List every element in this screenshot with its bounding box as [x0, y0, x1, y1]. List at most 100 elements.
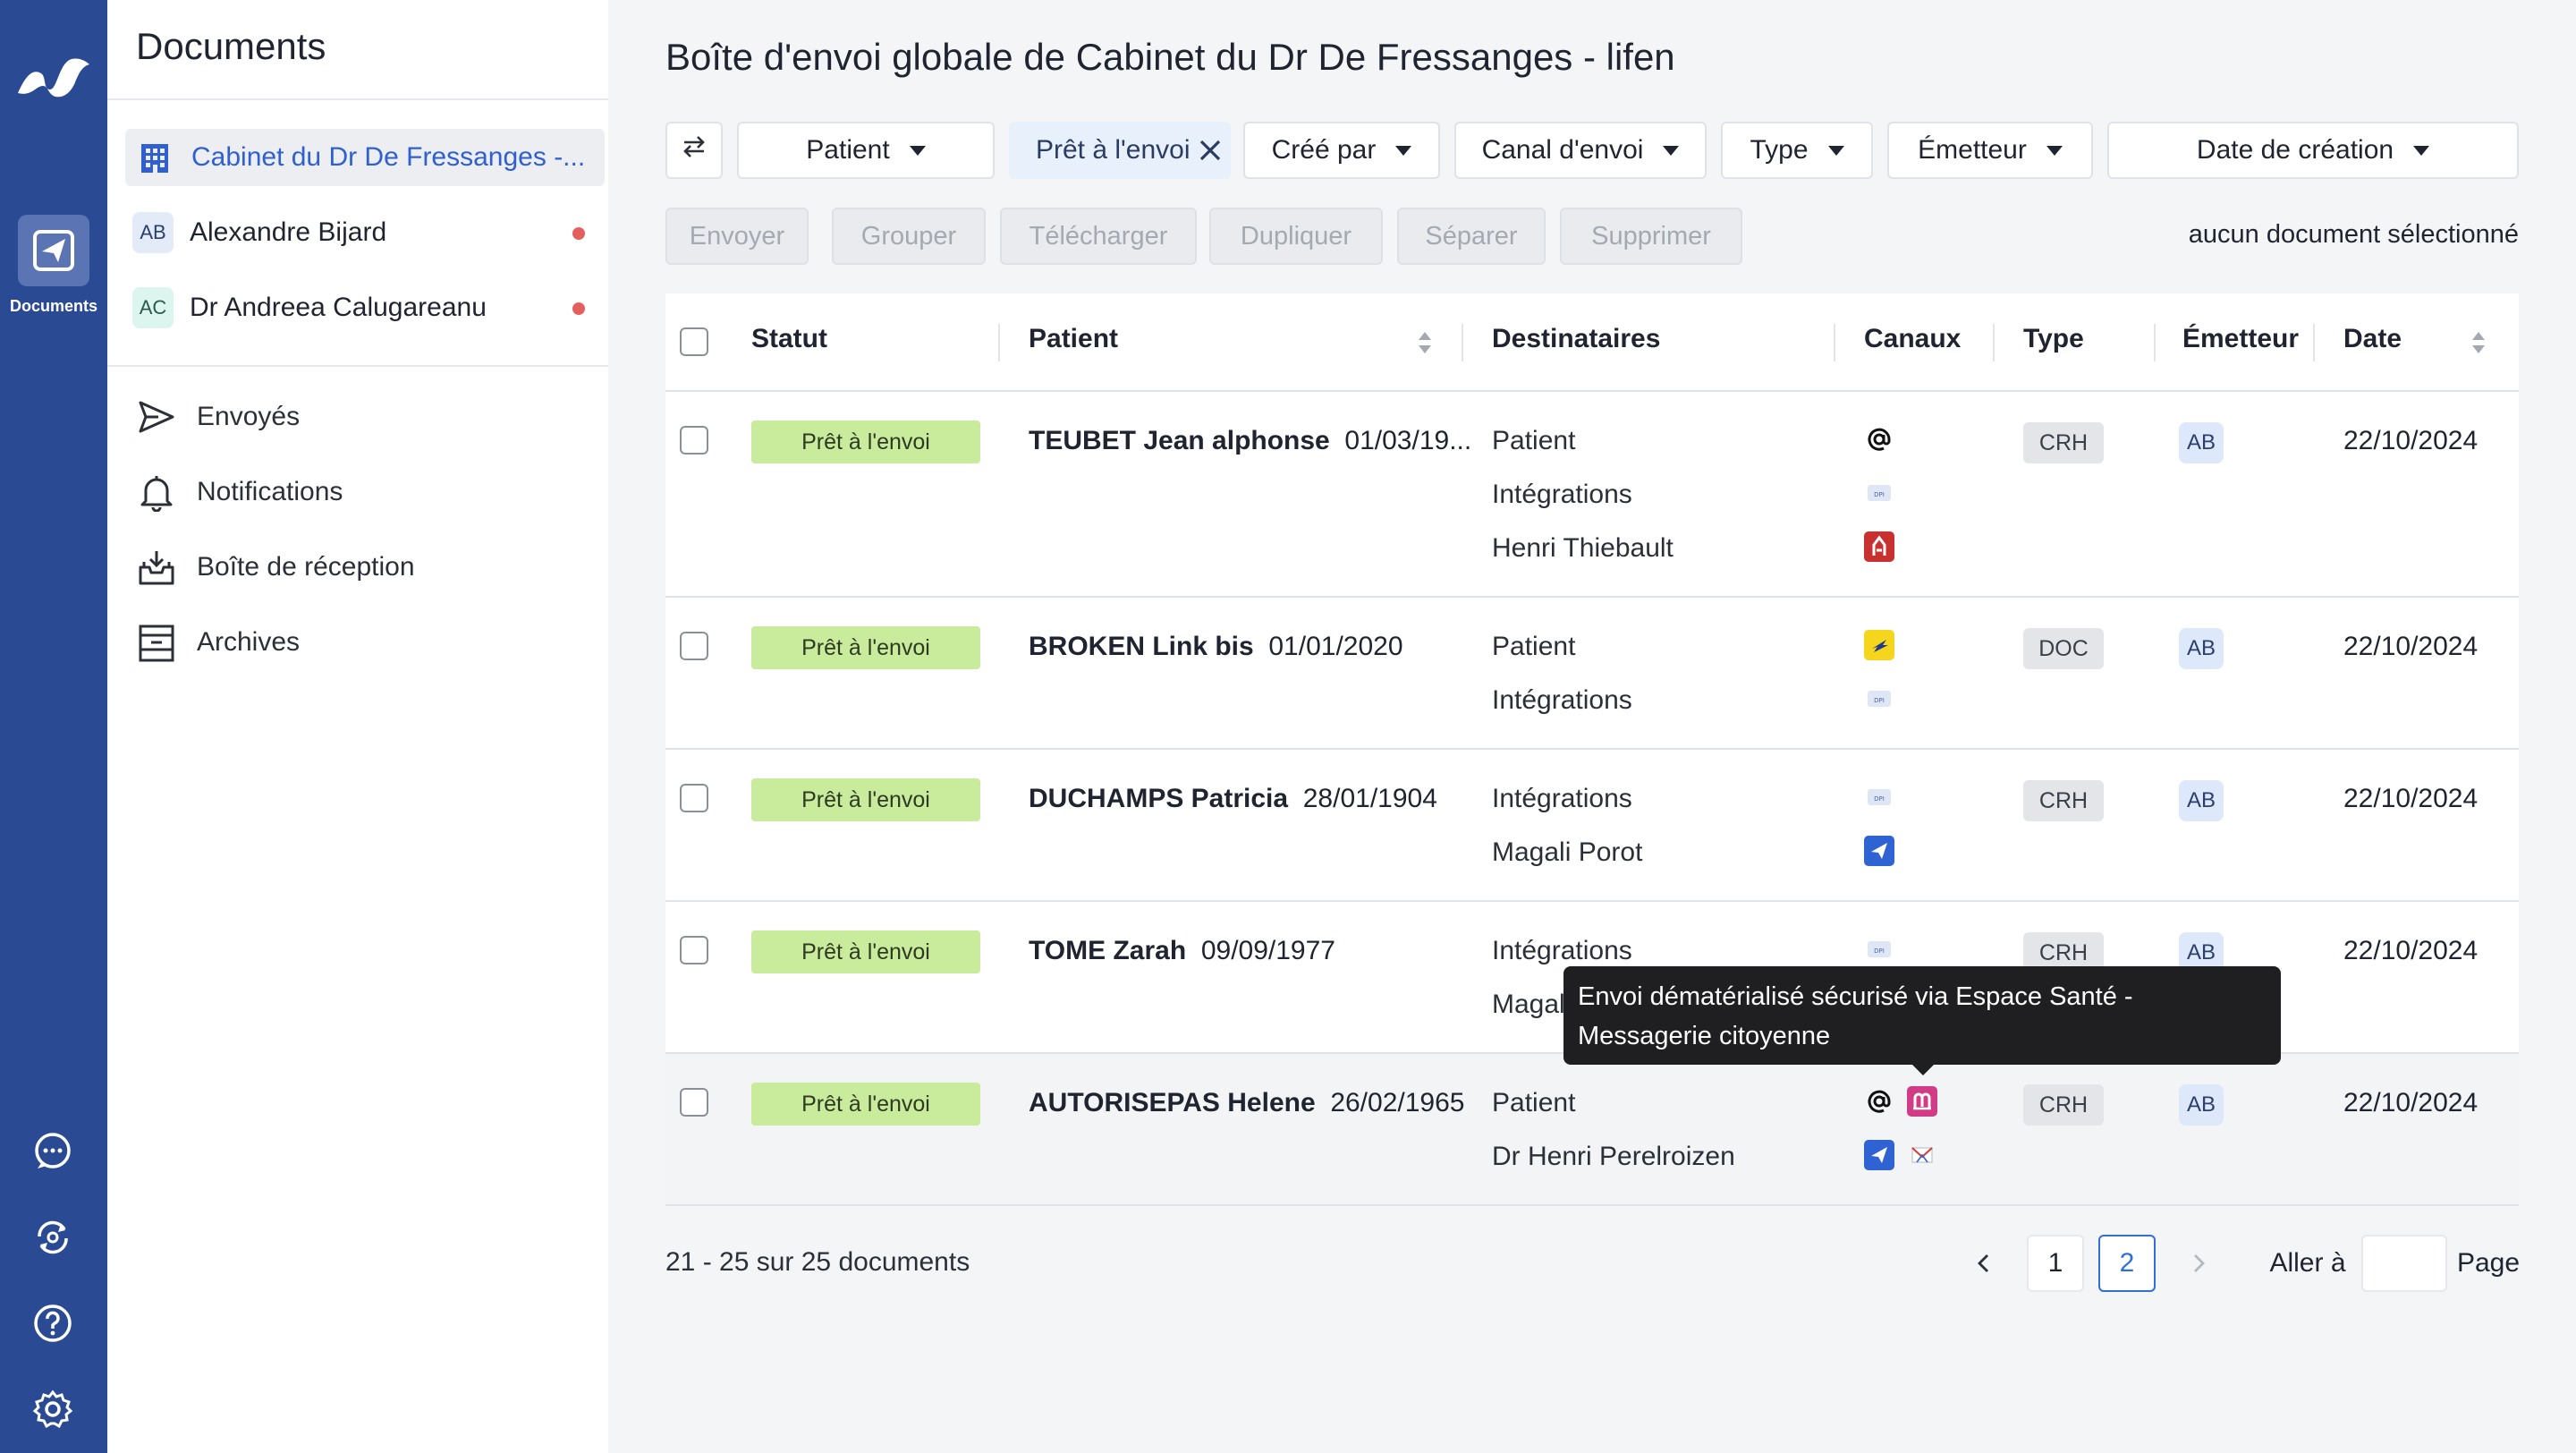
- filter-type[interactable]: Type: [1721, 122, 1873, 179]
- avatar: AB: [132, 212, 174, 253]
- rail-documents[interactable]: Documents: [0, 211, 107, 326]
- sync-icon[interactable]: [27, 1211, 79, 1263]
- refresh-icon: [679, 132, 709, 169]
- sidebar-item-envoyes[interactable]: Envoyés: [136, 392, 300, 442]
- patient-cell[interactable]: DUCHAMPS Patricia 28/01/1904: [1029, 784, 1437, 814]
- row-checkbox[interactable]: [680, 1088, 708, 1117]
- active-filter-chip[interactable]: Prêt à l'envoi: [1009, 122, 1231, 179]
- mssante-mail-icon[interactable]: [1907, 1140, 1937, 1170]
- reset-filters-button[interactable]: [665, 122, 723, 179]
- send-button[interactable]: Envoyer: [665, 208, 809, 265]
- goto-page-input[interactable]: [2361, 1235, 2447, 1292]
- page-2-button[interactable]: 2: [2098, 1235, 2156, 1292]
- chat-icon[interactable]: [27, 1126, 79, 1177]
- filter-created-by[interactable]: Créé par: [1243, 122, 1440, 179]
- caret-down-icon: [1395, 145, 1412, 156]
- next-page-button[interactable]: [2179, 1235, 2218, 1292]
- sidebar-item-label: Envoyés: [197, 402, 301, 431]
- filter-sender[interactable]: Émetteur: [1887, 122, 2093, 179]
- sidebar-item-archives[interactable]: Archives: [136, 617, 300, 667]
- page-1-button[interactable]: 1: [2027, 1235, 2084, 1292]
- rail-documents-label: Documents: [9, 297, 97, 315]
- table-row[interactable]: Prêt à l'envoi DUCHAMPS Patricia 28/01/1…: [665, 750, 2519, 902]
- settings-gear-icon[interactable]: [27, 1383, 79, 1435]
- sidebar-account-label: Cabinet du Dr De Fressanges -...: [191, 142, 586, 172]
- chevron-left-icon: [1978, 1254, 1988, 1272]
- sidebar-item-notifications[interactable]: Notifications: [136, 467, 343, 517]
- column-header-channels: Canaux: [1864, 324, 1962, 353]
- column-header-type: Type: [2023, 324, 2084, 353]
- column-separator: [1834, 324, 1835, 361]
- row-checkbox[interactable]: [680, 936, 708, 964]
- filter-patient[interactable]: Patient: [737, 122, 995, 179]
- previous-page-button[interactable]: [1964, 1235, 2004, 1292]
- patient-cell[interactable]: AUTORISEPAS Helene 26/02/1965: [1029, 1088, 1464, 1118]
- caret-down-icon: [1827, 145, 1844, 156]
- table-row[interactable]: Prêt à l'envoi TEUBET Jean alphonse 01/0…: [665, 392, 2519, 598]
- column-separator: [1462, 324, 1463, 361]
- page-title: Boîte d'envoi globale de Cabinet du Dr D…: [665, 36, 1675, 78]
- column-header-patient[interactable]: Patient: [1029, 324, 1118, 354]
- table-row[interactable]: Prêt à l'envoi BROKEN Link bis 01/01/202…: [665, 598, 2519, 750]
- app-rail: Documents: [0, 0, 107, 1453]
- email-channel-icon[interactable]: [1864, 1086, 1894, 1117]
- filter-label: Émetteur: [1918, 135, 2027, 165]
- status-badge: Prêt à l'envoi: [751, 1083, 980, 1126]
- delete-button[interactable]: Supprimer: [1560, 208, 1742, 265]
- divider: [107, 98, 608, 100]
- filter-creation-date[interactable]: Date de création: [2107, 122, 2519, 179]
- sidebar-account-alexandre[interactable]: AB Alexandre Bijard: [125, 204, 605, 261]
- chip-label: Prêt à l'envoi: [1036, 135, 1191, 165]
- sender-avatar: AB: [2179, 1084, 2224, 1126]
- svg-text:DPI: DPI: [1874, 947, 1885, 955]
- patient-cell[interactable]: TOME Zarah 09/09/1977: [1029, 936, 1335, 966]
- bell-icon: [136, 472, 177, 513]
- help-icon[interactable]: [27, 1297, 79, 1349]
- dpi-integration-icon[interactable]: DPI: [1864, 782, 1894, 812]
- send-document-icon: [18, 215, 89, 286]
- filter-label: Date de création: [2196, 135, 2394, 165]
- sort-icon[interactable]: [2470, 329, 2487, 356]
- row-checkbox[interactable]: [680, 784, 708, 812]
- status-badge: Prêt à l'envoi: [751, 778, 980, 821]
- secure-mssante-icon[interactable]: [1864, 531, 1894, 562]
- postal-mail-icon[interactable]: [1864, 630, 1894, 660]
- dpi-integration-icon[interactable]: DPI: [1864, 684, 1894, 714]
- email-channel-icon[interactable]: [1864, 424, 1894, 455]
- recipient: Dr Henri Perelroizen: [1492, 1142, 1735, 1171]
- sort-icon[interactable]: [1417, 329, 1433, 356]
- sidebar-account-cabinet[interactable]: Cabinet du Dr De Fressanges -...: [125, 129, 605, 186]
- mon-espace-sante-icon[interactable]: [1907, 1086, 1937, 1117]
- svg-text:DPI: DPI: [1874, 491, 1885, 498]
- secure-send-icon[interactable]: [1864, 836, 1894, 866]
- sidebar-item-inbox[interactable]: Boîte de réception: [136, 542, 415, 592]
- row-checkbox[interactable]: [680, 632, 708, 660]
- column-header-date[interactable]: Date: [2343, 324, 2402, 354]
- sender-avatar: AB: [2179, 628, 2224, 669]
- group-button[interactable]: Grouper: [832, 208, 986, 265]
- dpi-integration-icon[interactable]: DPI: [1864, 934, 1894, 964]
- sidebar-account-andreea[interactable]: AC Dr Andreea Calugareanu: [125, 279, 605, 336]
- recipient: Intégrations: [1492, 936, 1632, 965]
- svg-text:DPI: DPI: [1874, 795, 1885, 803]
- split-button[interactable]: Séparer: [1397, 208, 1546, 265]
- dpi-integration-icon[interactable]: DPI: [1864, 478, 1894, 508]
- lifen-logo[interactable]: [16, 50, 91, 104]
- download-button[interactable]: Télécharger: [1000, 208, 1197, 265]
- select-all-checkbox[interactable]: [680, 327, 708, 356]
- row-checkbox[interactable]: [680, 426, 708, 455]
- patient-cell[interactable]: BROKEN Link bis 01/01/2020: [1029, 632, 1403, 662]
- patient-cell[interactable]: TEUBET Jean alphonse 01/03/19...: [1029, 426, 1471, 456]
- date-cell: 22/10/2024: [2343, 1088, 2479, 1117]
- status-badge: Prêt à l'envoi: [751, 930, 980, 973]
- goto-label: Aller à: [2269, 1248, 2346, 1278]
- recipient: Patient: [1492, 1088, 1576, 1117]
- documents-sidebar: Documents Cabinet du Dr De Fressanges -.…: [107, 0, 608, 1453]
- secure-send-icon[interactable]: [1864, 1140, 1894, 1170]
- table-row[interactable]: Prêt à l'envoi AUTORISEPAS Helene 26/02/…: [665, 1054, 2519, 1206]
- duplicate-button[interactable]: Dupliquer: [1209, 208, 1383, 265]
- close-icon[interactable]: [1198, 138, 1223, 163]
- filter-channel[interactable]: Canal d'envoi: [1454, 122, 1707, 179]
- caret-down-icon: [2046, 145, 2063, 156]
- avatar: AC: [132, 287, 174, 328]
